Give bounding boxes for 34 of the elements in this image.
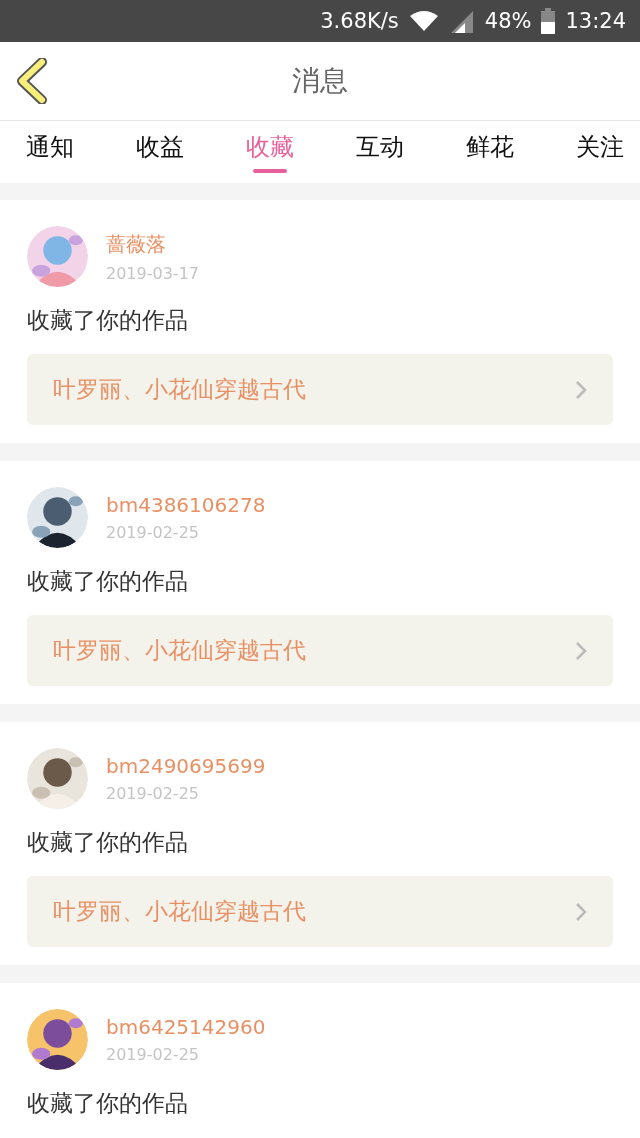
- back-button[interactable]: [14, 58, 50, 104]
- wifi-icon: [408, 10, 439, 32]
- username[interactable]: bm6425142960: [106, 1015, 266, 1039]
- chevron-icon: [575, 379, 587, 400]
- work-link[interactable]: 叶罗丽、小花仙穿越古代: [27, 615, 613, 686]
- username[interactable]: 蔷薇落: [106, 230, 199, 258]
- tab[interactable]: 通知: [24, 121, 76, 183]
- message-date: 2019-02-25: [106, 784, 200, 803]
- tab[interactable]: 鲜花: [464, 121, 516, 183]
- work-title: 叶罗丽、小花仙穿越古代: [53, 636, 306, 665]
- message-text: 收藏了你的作品: [27, 1089, 189, 1118]
- tab[interactable]: 互动: [354, 121, 406, 183]
- work-link[interactable]: 叶罗丽、小花仙穿越古代: [27, 354, 613, 425]
- message-text: 收藏了你的作品: [27, 567, 189, 596]
- tab[interactable]: 收益: [134, 121, 186, 183]
- chevron-icon: [575, 640, 587, 661]
- message-text: 收藏了你的作品: [27, 828, 189, 857]
- message-text: 收藏了你的作品: [27, 306, 189, 335]
- work-title: 叶罗丽、小花仙穿越古代: [53, 375, 306, 404]
- work-title: 叶罗丽、小花仙穿越古代: [53, 897, 306, 926]
- message-date: 2019-02-25: [106, 523, 200, 542]
- tab[interactable]: 收藏: [244, 121, 296, 183]
- username[interactable]: bm2490695699: [106, 754, 266, 778]
- network-speed: 3.68K/s: [320, 9, 399, 33]
- battery-percentage: 48%: [484, 9, 532, 33]
- work-link[interactable]: 叶罗丽、小花仙穿越古代: [27, 876, 613, 947]
- page-title: 消息: [292, 63, 348, 99]
- chevron-icon: [575, 901, 587, 922]
- battery-icon: [541, 8, 556, 34]
- message-date: 2019-03-17: [106, 263, 199, 283]
- username[interactable]: bm4386106278: [106, 493, 266, 517]
- tab[interactable]: 关注: [574, 121, 626, 183]
- message-date: 2019-02-25: [106, 1045, 200, 1064]
- clock: 13:24: [565, 9, 626, 33]
